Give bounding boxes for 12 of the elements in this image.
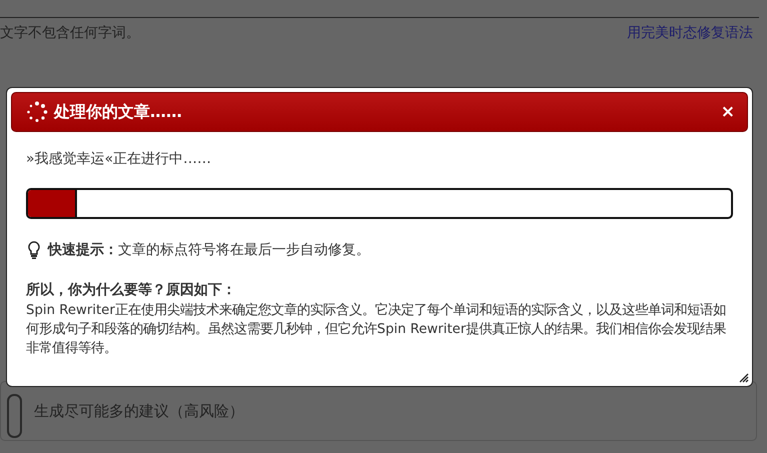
reason-heading: 所以，你为什么要等？原因如下： — [26, 281, 237, 299]
tip-text: 快速提示：文章的标点符号将在最后一步自动修复。 — [48, 241, 370, 259]
option-label: 生成尽可能多的建议（高风险） — [34, 402, 244, 422]
lightbulb-icon — [28, 241, 40, 259]
reason-text: Spin Rewriter正在使用尖端技术来确定您文章的实际含义。它决定了每个单词和短语的实际含义，以及这些单词和短语如何形成句子和段落的确切结构。虽然这需要几秒钟，但它允许Spin Rewriter提供真正惊人的结果。我们相信你会发现结果非常值得等待。 — [26, 302, 727, 358]
spinner-icon — [26, 101, 48, 123]
status-text: »我感觉幸运«正在进行中…… — [26, 150, 212, 168]
close-button[interactable]: × — [718, 102, 737, 122]
notice-text: 文字不包含任何字词。 — [0, 24, 140, 43]
option-checkbox[interactable] — [7, 394, 22, 438]
resize-grip-icon[interactable] — [739, 373, 749, 383]
dialog-title: 处理你的文章…… — [54, 102, 183, 122]
